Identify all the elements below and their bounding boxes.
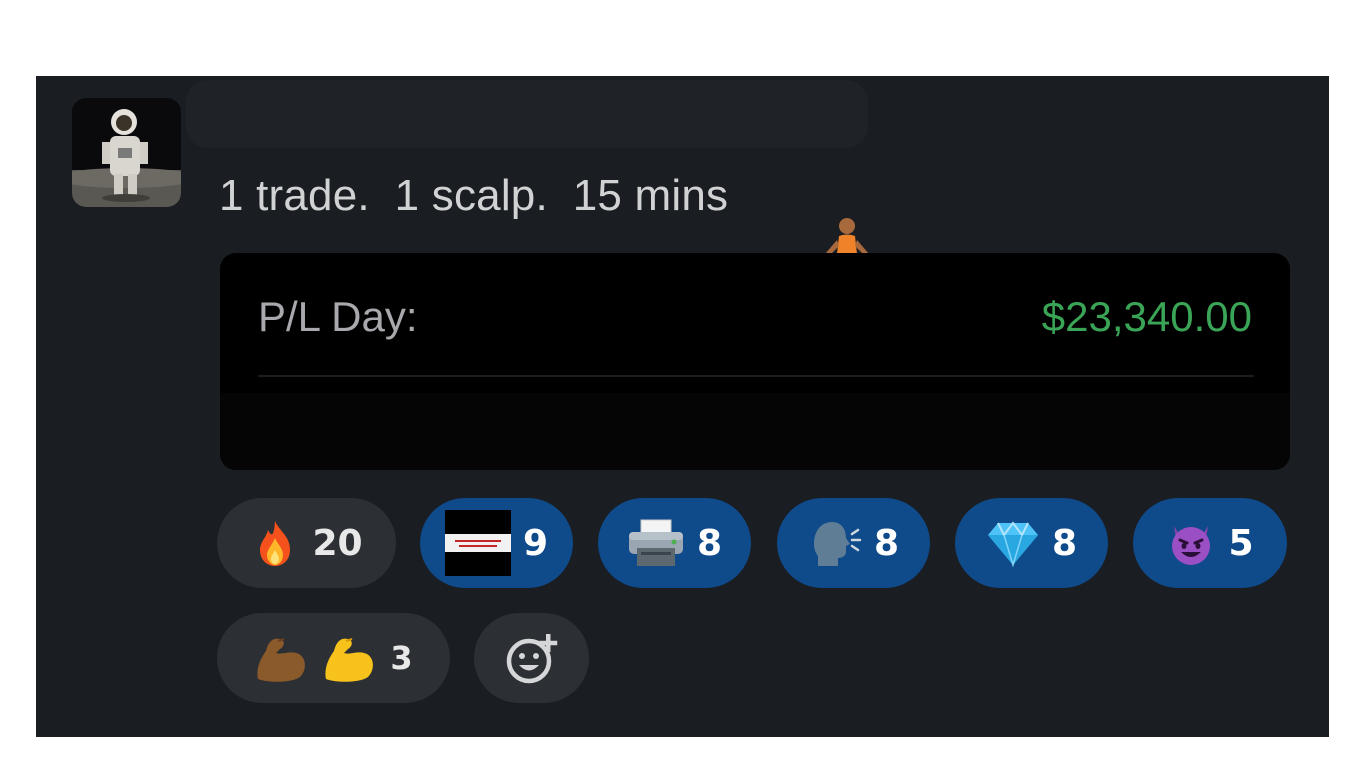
reaction-gem[interactable]: 8 [955,498,1108,588]
pl-day-card[interactable]: P/L Day: $23,340.00 [220,253,1290,470]
reaction-smiling-imp[interactable]: 5 [1133,498,1287,588]
person-in-lotus-position-icon [742,166,871,268]
reaction-count: 8 [1051,522,1078,564]
reaction-fire[interactable]: 20 [217,498,396,588]
speaking-head-icon [808,518,862,568]
smiling-imp-icon [1166,518,1216,568]
message-body: 1 trade. 1 scalp. 15 mins [219,171,729,220]
reaction-speaking-head[interactable]: 8 [777,498,930,588]
reaction-count: 8 [873,522,900,564]
reaction-flexed-biceps[interactable]: 3 [217,613,450,703]
reaction-count: 8 [696,522,723,564]
card-lower-section [220,393,1290,470]
astronaut-avatar-image [72,98,181,207]
printer-icon [627,518,685,568]
flexed-biceps-dark-icon [254,633,310,683]
flexed-biceps-yellow-icon [322,633,378,683]
reaction-money-printer[interactable]: 9 [420,498,573,588]
avatar[interactable] [72,98,181,207]
sender-name-placeholder [186,80,868,148]
pl-day-value: $23,340.00 [1041,293,1252,340]
message-panel: 1 trade. 1 scalp. 15 mins P/L Day: $23,3… [36,76,1329,737]
reaction-count: 3 [390,639,413,677]
reaction-count: 5 [1228,522,1254,564]
money-printer-custom-emoji-icon [444,510,511,576]
card-divider [258,375,1254,377]
fire-icon [250,518,300,568]
add-reaction-icon [502,628,562,688]
message-text: 1 trade. 1 scalp. 15 mins [219,166,871,268]
add-reaction-button[interactable] [474,613,589,703]
reaction-count: 9 [522,522,549,564]
gem-stone-icon [986,519,1040,567]
reaction-printer[interactable]: 8 [598,498,751,588]
pl-day-label: P/L Day: [258,293,418,340]
reaction-count: 20 [312,522,363,564]
